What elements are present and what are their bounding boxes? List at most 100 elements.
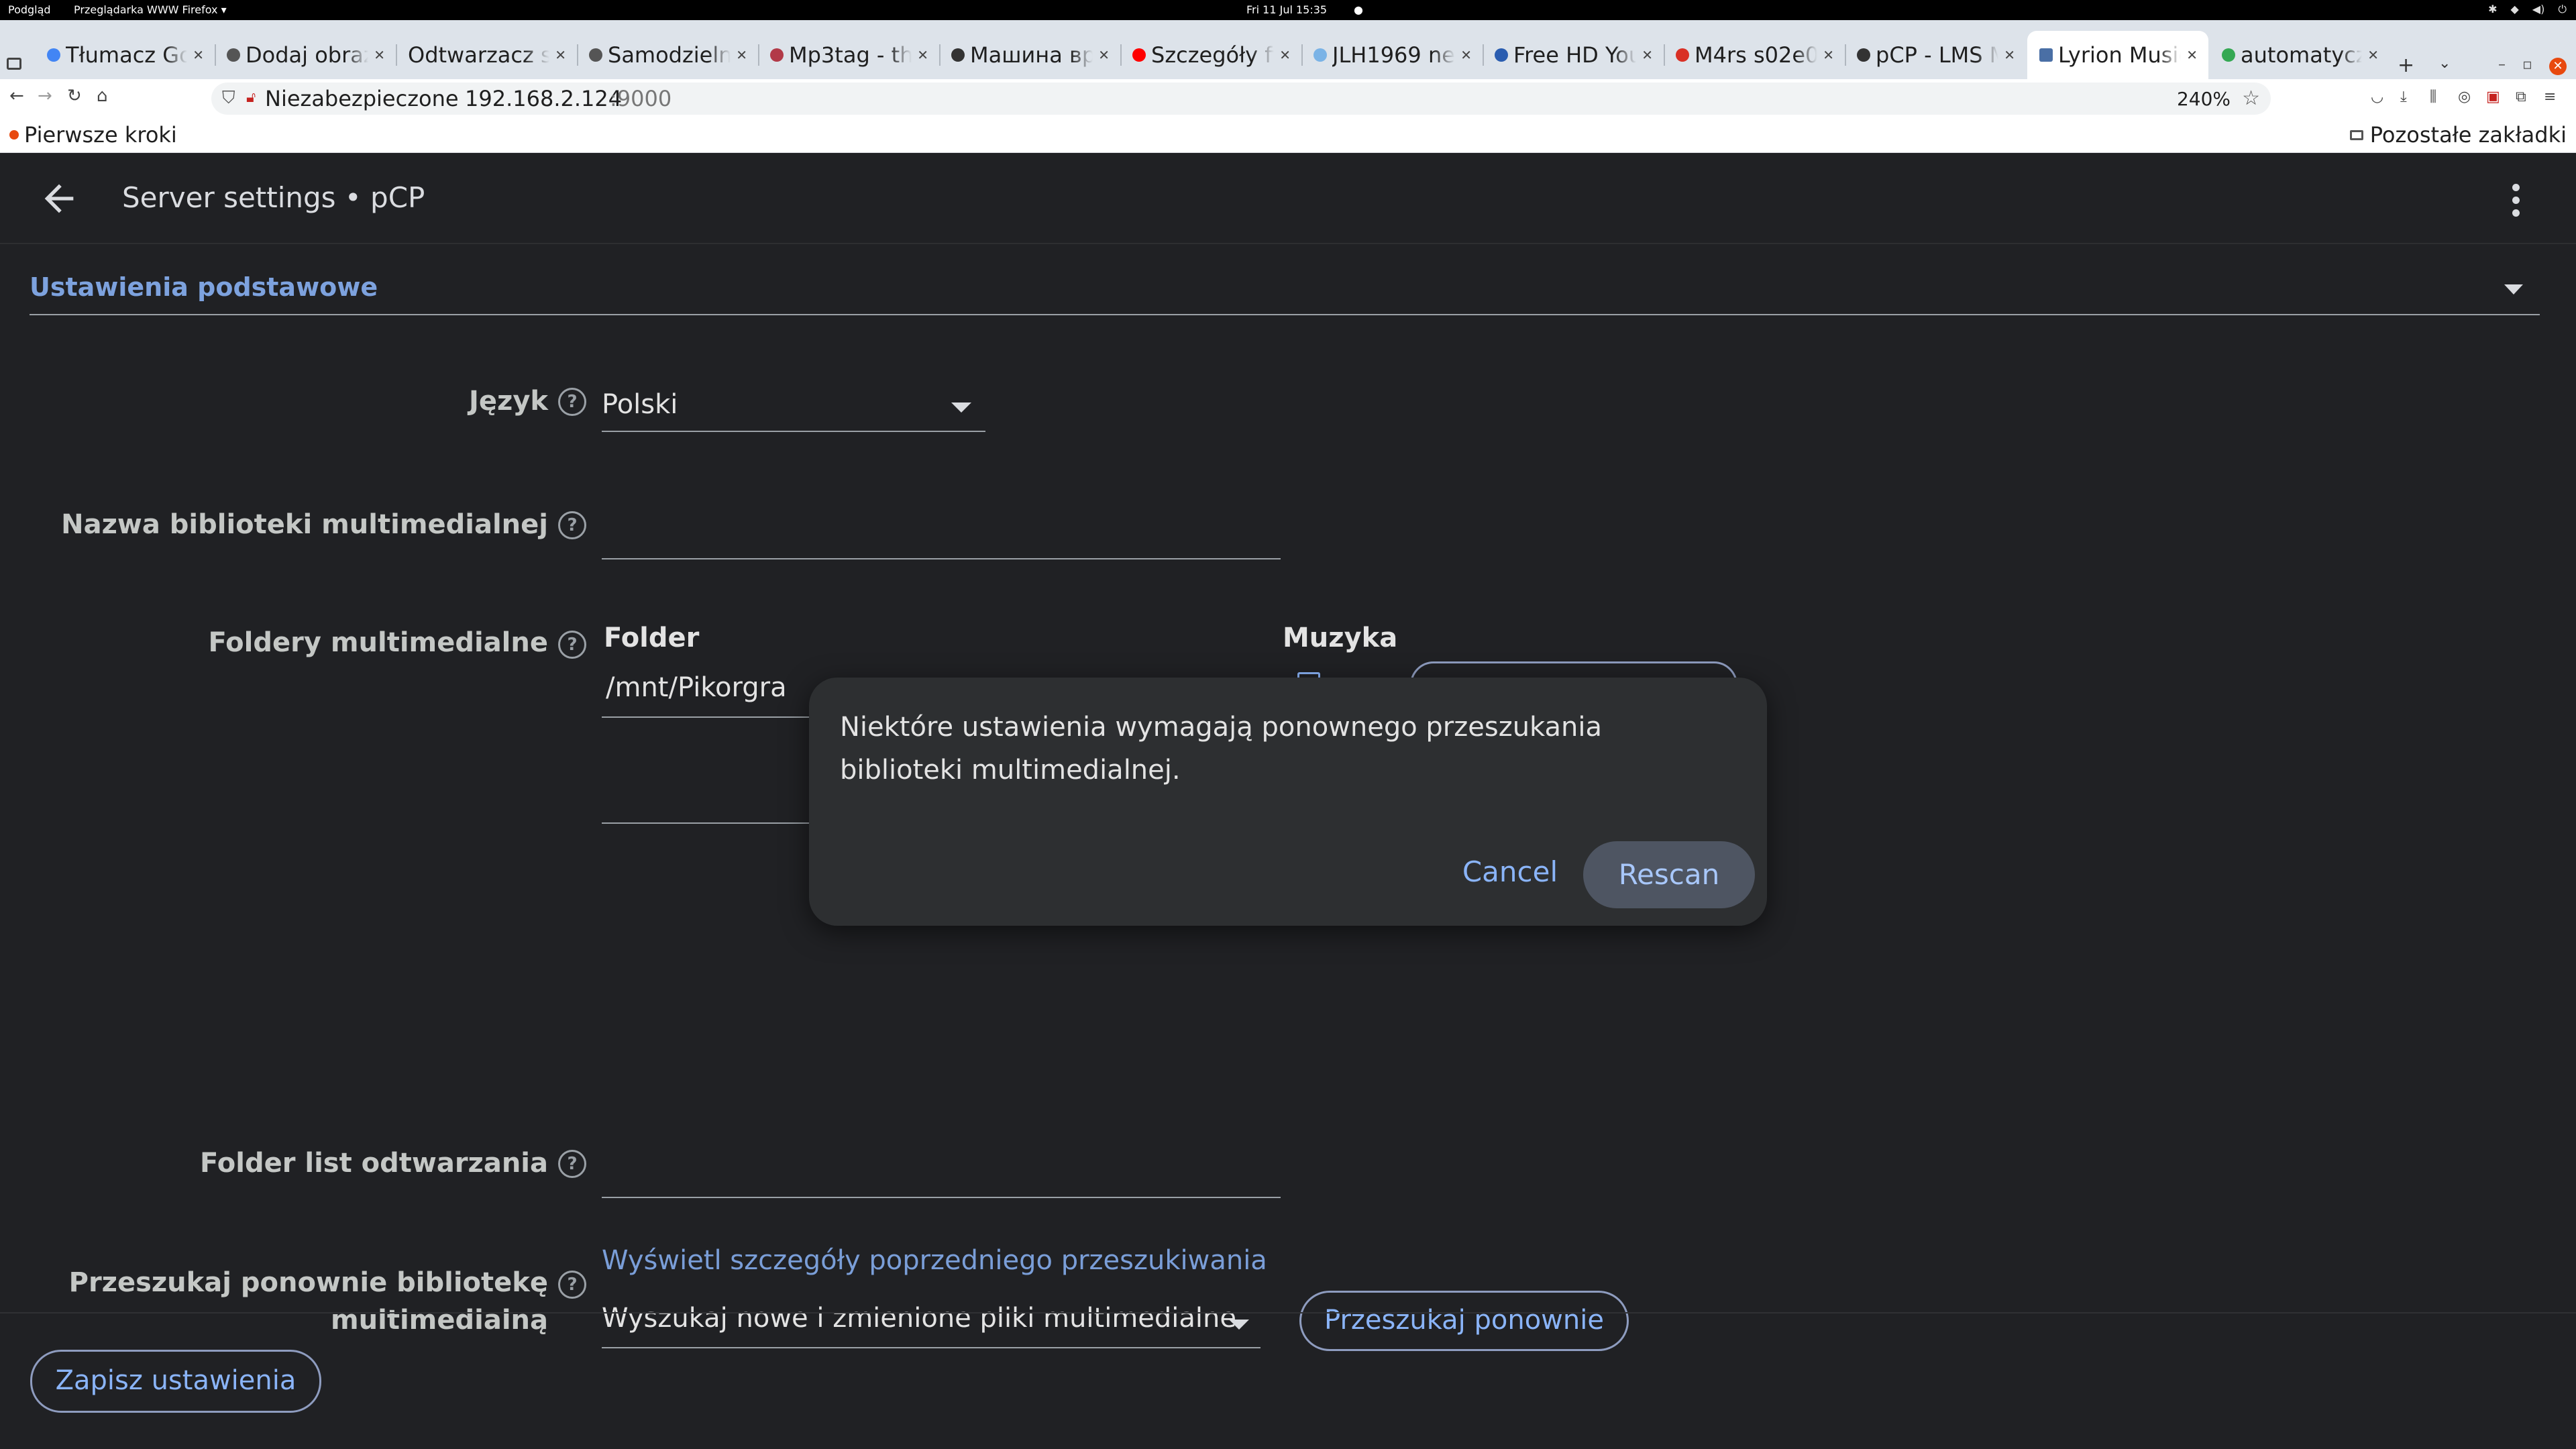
browser-tab[interactable]: M4rs s02e06 ✕ bbox=[1664, 31, 1845, 79]
maximize-icon[interactable]: ▫ bbox=[2522, 56, 2532, 73]
url-port[interactable]: :9000 bbox=[610, 86, 672, 111]
back-arrow-icon[interactable] bbox=[38, 177, 80, 220]
music-column-header: Muzyka bbox=[1283, 623, 1398, 653]
playlist-folder-underline bbox=[602, 1197, 1281, 1198]
tab-close-icon[interactable]: ✕ bbox=[2186, 47, 2198, 63]
app-menu[interactable]: Przeglądarka WWW Firefox ▾ bbox=[74, 3, 227, 16]
browser-tab[interactable]: automatyczne ✕ bbox=[2210, 31, 2390, 79]
back-arrow-icon[interactable]: ← bbox=[9, 86, 24, 106]
language-label: Język bbox=[469, 386, 548, 417]
tab-close-icon[interactable]: ✕ bbox=[193, 47, 204, 63]
tab-favicon-icon bbox=[1495, 48, 1508, 62]
tab-close-icon[interactable]: ✕ bbox=[1823, 47, 1834, 63]
insecure-lock-icon[interactable]: 🔓︎ bbox=[246, 89, 256, 106]
insecure-label[interactable]: Niezabezpieczone bbox=[265, 86, 459, 111]
library-name-input[interactable] bbox=[602, 510, 1281, 550]
section-caret-icon[interactable] bbox=[2504, 284, 2523, 294]
tab-close-icon[interactable]: ✕ bbox=[374, 47, 385, 63]
address-bar[interactable]: ⛉ 🔓︎ Niezabezpieczone 192.168.2.124 :900… bbox=[211, 83, 2271, 115]
tab-close-icon[interactable]: ✕ bbox=[736, 47, 747, 63]
browser-tab[interactable]: Szczegóły filmu ✕ bbox=[1120, 31, 1301, 79]
browser-tab[interactable]: Dodaj obrazek ✕ bbox=[215, 31, 396, 79]
pocket-icon[interactable]: ◡ bbox=[2371, 89, 2383, 105]
tab-close-icon[interactable]: ✕ bbox=[917, 47, 928, 63]
activities-button[interactable]: Podgląd bbox=[8, 3, 51, 16]
system-tray[interactable]: ✱ ◆ ◀) ⏻ bbox=[2488, 3, 2567, 16]
bookmark-label: Pierwsze kroki bbox=[24, 122, 177, 148]
cancel-button[interactable]: Cancel bbox=[1446, 839, 1574, 906]
extensions-puzzle-icon[interactable]: ⧉ bbox=[2516, 89, 2526, 105]
forward-arrow-icon[interactable]: → bbox=[38, 86, 52, 106]
bookmark-item[interactable]: Pierwsze kroki bbox=[9, 122, 177, 148]
extension-icon[interactable]: ▣ bbox=[2486, 89, 2500, 105]
reload-icon[interactable]: ↻ bbox=[67, 86, 82, 106]
notification-dot: ● bbox=[1354, 3, 1363, 16]
url-host[interactable]: 192.168.2.124 bbox=[465, 86, 622, 111]
help-icon[interactable]: ? bbox=[558, 631, 586, 659]
more-vert-icon[interactable] bbox=[2502, 178, 2529, 221]
browser-tab[interactable]: Mp3tag - the universal tag editor ✕ bbox=[758, 31, 939, 79]
language-caret-icon[interactable] bbox=[951, 402, 971, 413]
rescan-mode-select-value[interactable]: Wyszukaj nowe i zmienione pliki multimed… bbox=[602, 1303, 1236, 1334]
browser-tab[interactable]: Машина времени ✕ bbox=[939, 31, 1120, 79]
menu-icon[interactable]: ≡ bbox=[2544, 89, 2556, 105]
new-tab-icon[interactable]: + bbox=[2398, 54, 2414, 77]
rescan-now-button[interactable]: Przeszukaj ponownie bbox=[1299, 1291, 1629, 1351]
browser-tab[interactable]: Samodzielny pCP ✕ bbox=[577, 31, 758, 79]
tab-menu-chevron-icon[interactable]: ⌄ bbox=[2438, 55, 2451, 72]
tab-close-icon[interactable]: ✕ bbox=[1098, 47, 1110, 63]
bookmark-label: Pozostałe zakładki bbox=[2369, 122, 2567, 148]
network-icon[interactable]: ◆ bbox=[2510, 3, 2518, 16]
tab-close-icon[interactable]: ✕ bbox=[2367, 47, 2379, 63]
playlist-folder-input[interactable] bbox=[602, 1148, 1281, 1189]
zoom-level[interactable]: 240% bbox=[2177, 88, 2231, 110]
help-icon[interactable]: ? bbox=[558, 1271, 586, 1299]
browser-tab[interactable]: Tłumacz Google ✕ bbox=[35, 31, 215, 79]
browser-tab-active[interactable]: Lyrion Music Server ✕ bbox=[2027, 31, 2208, 79]
rescan-label: Przeszukaj ponownie bibliotekę bbox=[68, 1267, 548, 1298]
save-settings-button[interactable]: Zapisz ustawienia bbox=[30, 1350, 321, 1413]
rescan-mode-underline bbox=[602, 1347, 1260, 1348]
bookmark-star-icon[interactable]: ☆ bbox=[2242, 87, 2260, 110]
dialog-message: Niektóre ustawienia wymagają ponownego p… bbox=[840, 712, 1602, 786]
minimize-icon[interactable]: – bbox=[2498, 56, 2506, 73]
tab-favicon-icon bbox=[2222, 48, 2235, 62]
window-close-icon[interactable]: ✕ bbox=[2549, 58, 2567, 75]
browser-tab[interactable]: pCP - LMS Manager ✕ bbox=[1845, 31, 2026, 79]
bluetooth-icon[interactable]: ✱ bbox=[2488, 3, 2497, 16]
tab-close-icon[interactable]: ✕ bbox=[2004, 47, 2015, 63]
help-icon[interactable]: ? bbox=[558, 511, 586, 539]
tab-favicon-icon bbox=[770, 48, 784, 62]
tab-close-icon[interactable]: ✕ bbox=[1642, 47, 1653, 63]
library-icon[interactable]: ⫼ bbox=[2430, 89, 2436, 105]
browser-tab[interactable]: Odtwarzacz sieciowy ✕ bbox=[396, 31, 577, 79]
tab-favicon-icon bbox=[1132, 48, 1146, 62]
language-select-value[interactable]: Polski bbox=[602, 389, 678, 420]
volume-icon[interactable]: ◀) bbox=[2532, 3, 2545, 16]
folder-column-header: Folder bbox=[604, 623, 700, 653]
tab-close-icon[interactable]: ✕ bbox=[1460, 47, 1472, 63]
bookmarks-bar: Pierwsze kroki Pozostałe zakładki bbox=[0, 118, 2576, 153]
browser-tab[interactable]: Free HD YouTube ✕ bbox=[1483, 31, 1664, 79]
home-icon[interactable]: ⌂ bbox=[97, 86, 108, 106]
rescan-details-link[interactable]: Wyświetl szczegóły poprzedniego przeszuk… bbox=[602, 1245, 1267, 1276]
rescan-mode-caret-icon[interactable] bbox=[1229, 1320, 1249, 1330]
tab-favicon-icon bbox=[1313, 48, 1327, 62]
tab-label: automatyczne bbox=[2241, 42, 2363, 68]
shield-icon[interactable]: ⛉ bbox=[222, 88, 235, 109]
help-icon[interactable]: ? bbox=[558, 388, 586, 416]
extension-icon[interactable]: ◎ bbox=[2458, 89, 2471, 105]
tab-close-icon[interactable]: ✕ bbox=[555, 47, 566, 63]
firefox-icon bbox=[9, 130, 19, 140]
media-folder-path-input[interactable]: /mnt/Pikorgra bbox=[606, 672, 787, 703]
tab-close-icon[interactable]: ✕ bbox=[1279, 47, 1291, 63]
section-header[interactable]: Ustawienia podstawowe bbox=[30, 272, 378, 302]
downloads-icon[interactable]: ⤓ bbox=[2400, 89, 2407, 105]
browser-tab[interactable]: JLH1969 new ✕ bbox=[1301, 31, 1483, 79]
other-bookmarks[interactable]: Pozostałe zakładki bbox=[2349, 122, 2567, 148]
system-clock[interactable]: Fri 11 Jul 15:35 bbox=[1246, 3, 1327, 16]
tab-list-icon[interactable] bbox=[7, 58, 21, 70]
power-icon[interactable]: ⏻ bbox=[2558, 3, 2567, 16]
rescan-button[interactable]: Rescan bbox=[1583, 841, 1755, 908]
help-icon[interactable]: ? bbox=[558, 1150, 586, 1178]
